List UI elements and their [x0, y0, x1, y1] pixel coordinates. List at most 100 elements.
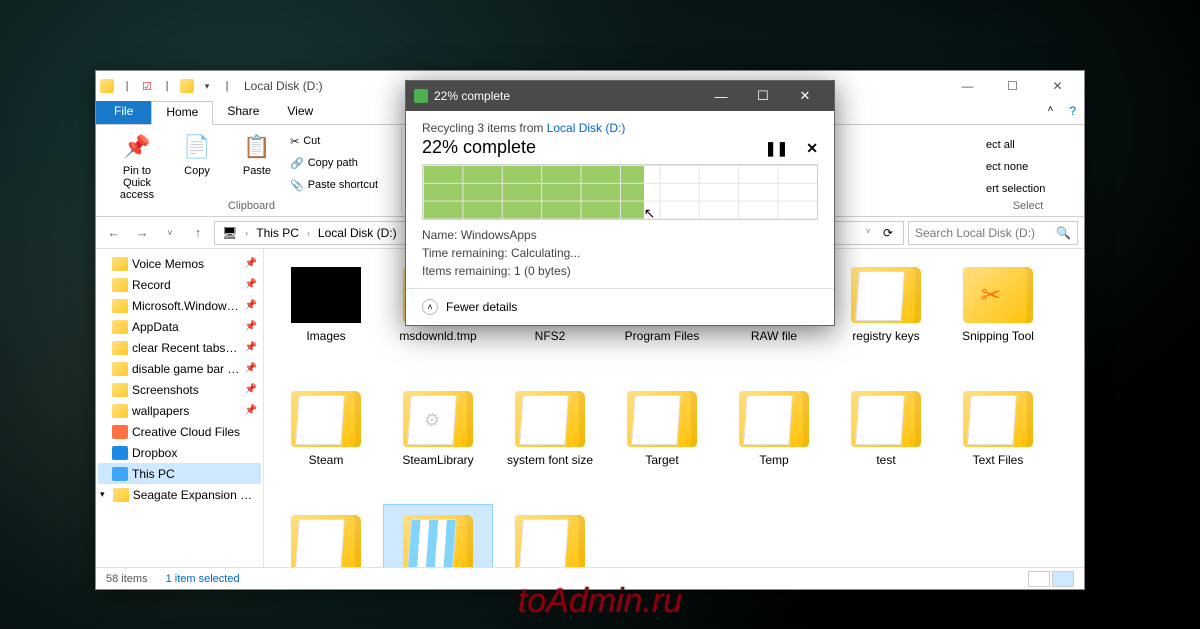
file-item[interactable]: SteamLibrary: [384, 381, 492, 501]
qat-check-icon[interactable]: ☑: [140, 79, 154, 93]
select-all-button[interactable]: ect all: [986, 135, 1070, 155]
tree-node[interactable]: Voice Memos📌: [98, 253, 261, 274]
forward-button[interactable]: →: [130, 221, 154, 245]
file-item[interactable]: WindowsApps: [384, 505, 492, 567]
folder-icon: [112, 362, 128, 376]
details-view-button[interactable]: [1028, 571, 1050, 587]
file-item[interactable]: Steam: [272, 381, 380, 501]
navigation-tree[interactable]: Voice Memos📌Record📌Microsoft.WindowsTe📌A…: [96, 249, 264, 567]
tab-share[interactable]: Share: [213, 101, 273, 124]
file-item[interactable]: Temp: [720, 381, 828, 501]
dialog-maximize-button[interactable]: ☐: [742, 81, 784, 111]
ribbon-group-select: Select: [978, 200, 1078, 212]
paste-button[interactable]: 📋Paste: [230, 129, 284, 201]
tree-node[interactable]: ▾Seagate Expansion Drive (: [98, 484, 261, 505]
copy-button[interactable]: 📄Copy: [170, 129, 224, 201]
tree-label: Microsoft.WindowsTe: [132, 299, 241, 313]
file-item[interactable]: winx: [496, 505, 604, 567]
folder-icon: [112, 404, 128, 418]
tree-node[interactable]: disable game bar sugges📌: [98, 358, 261, 379]
folder-icon: [291, 267, 361, 323]
cut-button[interactable]: ✂Cut: [290, 131, 378, 151]
maximize-button[interactable]: ☐: [990, 72, 1035, 100]
tree-node[interactable]: Creative Cloud Files: [98, 421, 261, 442]
tab-view[interactable]: View: [273, 101, 327, 124]
file-label: Temp: [759, 453, 788, 467]
back-button[interactable]: ←: [102, 221, 126, 245]
ribbon-group-clipboard: Clipboard: [102, 200, 401, 212]
copy-path-button[interactable]: 🔗Copy path: [290, 153, 378, 173]
help-icon[interactable]: ?: [1061, 101, 1084, 124]
pc-icon: 🖥: [219, 226, 240, 240]
tab-file[interactable]: File: [96, 101, 151, 124]
transfer-details: Name: WindowsApps Time remaining: Calcul…: [422, 226, 818, 280]
fewer-details-button[interactable]: ˄ Fewer details: [406, 288, 834, 325]
pin-icon: 📌: [245, 321, 257, 332]
tree-node[interactable]: Microsoft.WindowsTe 📌: [98, 295, 261, 316]
file-item[interactable]: registry keys: [832, 257, 940, 377]
tab-home[interactable]: Home: [151, 101, 213, 125]
tree-node[interactable]: AppData 📌: [98, 316, 261, 337]
file-label: RAW file: [751, 329, 797, 343]
crumb-dropdown-icon[interactable]: ˅: [863, 226, 874, 240]
file-label: test: [876, 453, 895, 467]
file-label: SteamLibrary: [402, 453, 473, 467]
pin-icon: 📌: [245, 300, 257, 311]
shortcut-icon: 📎: [290, 179, 304, 192]
search-icon: 🔍: [1056, 226, 1071, 240]
folder-icon: [403, 391, 473, 447]
tree-label: Screenshots: [132, 383, 199, 397]
qat-dropdown-icon[interactable]: ▾: [200, 79, 214, 93]
dialog-titlebar[interactable]: 22% complete — ☐ ✕: [406, 81, 834, 111]
cancel-button[interactable]: ✕: [806, 140, 818, 157]
file-item[interactable]: test: [832, 381, 940, 501]
crumb-drive[interactable]: Local Disk (D:): [315, 226, 400, 240]
tree-node[interactable]: This PC: [98, 463, 261, 484]
tree-label: AppData: [132, 320, 179, 334]
file-item[interactable]: Text Files: [944, 381, 1052, 501]
dialog-minimize-button[interactable]: —: [700, 81, 742, 111]
pin-icon: 📌: [245, 363, 257, 374]
minimize-button[interactable]: —: [945, 72, 990, 100]
file-item[interactable]: Snipping Tool: [944, 257, 1052, 377]
folder-icon: [112, 425, 128, 439]
ribbon-collapse-icon[interactable]: ˄: [1039, 101, 1061, 124]
folder-icon: [112, 278, 128, 292]
pin-quick-access-button[interactable]: 📌Pin to Quick access: [110, 129, 164, 201]
tree-label: Dropbox: [132, 446, 177, 460]
close-button[interactable]: ✕: [1035, 72, 1080, 100]
tree-node[interactable]: Record📌: [98, 274, 261, 295]
file-label: Steam: [309, 453, 344, 467]
refresh-icon[interactable]: ⟳: [880, 226, 896, 240]
file-label: msdownld.tmp: [399, 329, 476, 343]
icons-view-button[interactable]: [1052, 571, 1074, 587]
invert-selection-button[interactable]: ert selection: [986, 179, 1070, 199]
file-item[interactable]: Images: [272, 257, 380, 377]
folder-icon: [403, 515, 473, 567]
file-label: Target: [645, 453, 678, 467]
dialog-close-button[interactable]: ✕: [784, 81, 826, 111]
tree-node[interactable]: Dropbox: [98, 442, 261, 463]
qat-sep: |: [120, 79, 134, 93]
crumb-this-pc[interactable]: This PC: [253, 226, 302, 240]
pin-icon: 📌: [245, 384, 257, 395]
search-input[interactable]: Search Local Disk (D:)🔍: [908, 221, 1078, 245]
tree-label: Record: [132, 278, 171, 292]
pause-button[interactable]: ❚❚: [765, 140, 788, 157]
file-item[interactable]: Windows Terminal settings: [272, 505, 380, 567]
folder-icon: [112, 467, 128, 481]
recent-button[interactable]: ˅: [158, 221, 182, 245]
file-item[interactable]: system font size: [496, 381, 604, 501]
select-none-button[interactable]: ect none: [986, 157, 1070, 177]
folder-icon: [112, 320, 128, 334]
tree-node[interactable]: wallpapers📌: [98, 400, 261, 421]
folder-icon: [112, 257, 128, 271]
source-link[interactable]: Local Disk (D:): [547, 121, 626, 135]
up-button[interactable]: ↑: [186, 221, 210, 245]
folder-icon: [112, 299, 128, 313]
tree-node[interactable]: clear Recent tabs history📌: [98, 337, 261, 358]
file-item[interactable]: Target: [608, 381, 716, 501]
qat-sep: |: [220, 79, 234, 93]
tree-node[interactable]: Screenshots 📌: [98, 379, 261, 400]
paste-shortcut-button[interactable]: 📎Paste shortcut: [290, 175, 378, 195]
